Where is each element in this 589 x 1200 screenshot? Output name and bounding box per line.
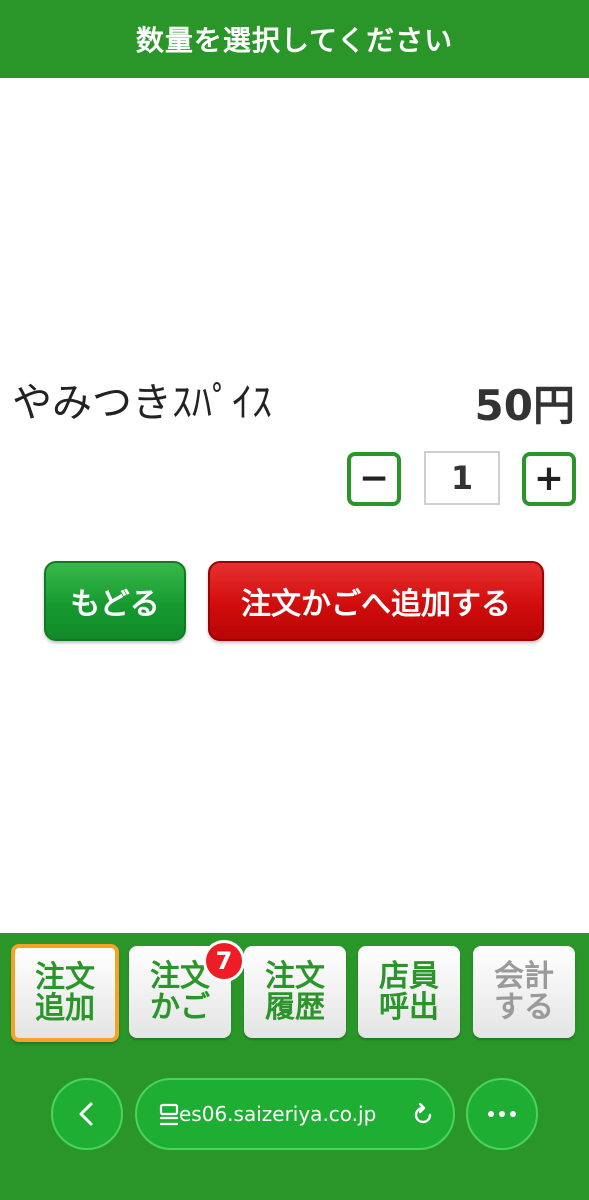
chevron-left-icon bbox=[79, 1102, 93, 1126]
nav-label-line1: 注文 bbox=[150, 958, 210, 994]
address-bar[interactable]: es06.saizeriya.co.jp bbox=[135, 1078, 455, 1150]
url-text: es06.saizeriya.co.jp bbox=[179, 1102, 377, 1126]
plus-icon: + bbox=[533, 458, 565, 499]
add-to-cart-button[interactable]: 注文かごへ追加する bbox=[208, 561, 544, 641]
nav-label-line2: 履歴 bbox=[265, 990, 325, 1025]
nav-label-line1: 店員 bbox=[379, 958, 439, 994]
minus-icon: − bbox=[358, 458, 390, 499]
item-name: やみつきｽﾊﾟｲｽ bbox=[12, 380, 272, 426]
nav-order-add-button[interactable]: 注文 追加 bbox=[11, 944, 119, 1042]
nav-label-line2: する bbox=[494, 990, 554, 1025]
nav-label-line1: 会計 bbox=[494, 958, 554, 994]
page-icon bbox=[159, 1103, 179, 1126]
more-horizontal-icon bbox=[488, 1111, 516, 1117]
nav-label-line2: 呼出 bbox=[379, 990, 439, 1025]
nav-label-line2: 追加 bbox=[35, 991, 95, 1026]
nav-label-line1: 注文 bbox=[265, 958, 325, 994]
page-header: 数量を選択してください bbox=[0, 0, 589, 78]
quantity-increase-button[interactable]: + bbox=[522, 452, 576, 506]
browser-back-button[interactable] bbox=[51, 1078, 123, 1150]
quantity-decrease-button[interactable]: − bbox=[347, 452, 401, 506]
quantity-value: 1 bbox=[424, 451, 500, 505]
reload-icon[interactable] bbox=[409, 1101, 437, 1129]
nav-label-line2: かご bbox=[150, 990, 210, 1025]
browser-more-button[interactable] bbox=[466, 1078, 538, 1150]
item-price: 50円 bbox=[474, 381, 575, 430]
nav-label-line1: 注文 bbox=[35, 959, 95, 995]
back-button[interactable]: もどる bbox=[44, 561, 186, 641]
page-title: 数量を選択してください bbox=[135, 24, 454, 57]
cart-count-badge: 7 bbox=[203, 940, 245, 982]
nav-order-history-button[interactable]: 注文 履歴 bbox=[244, 946, 346, 1038]
nav-checkout-button[interactable]: 会計 する bbox=[473, 946, 575, 1038]
nav-call-staff-button[interactable]: 店員 呼出 bbox=[358, 946, 460, 1038]
